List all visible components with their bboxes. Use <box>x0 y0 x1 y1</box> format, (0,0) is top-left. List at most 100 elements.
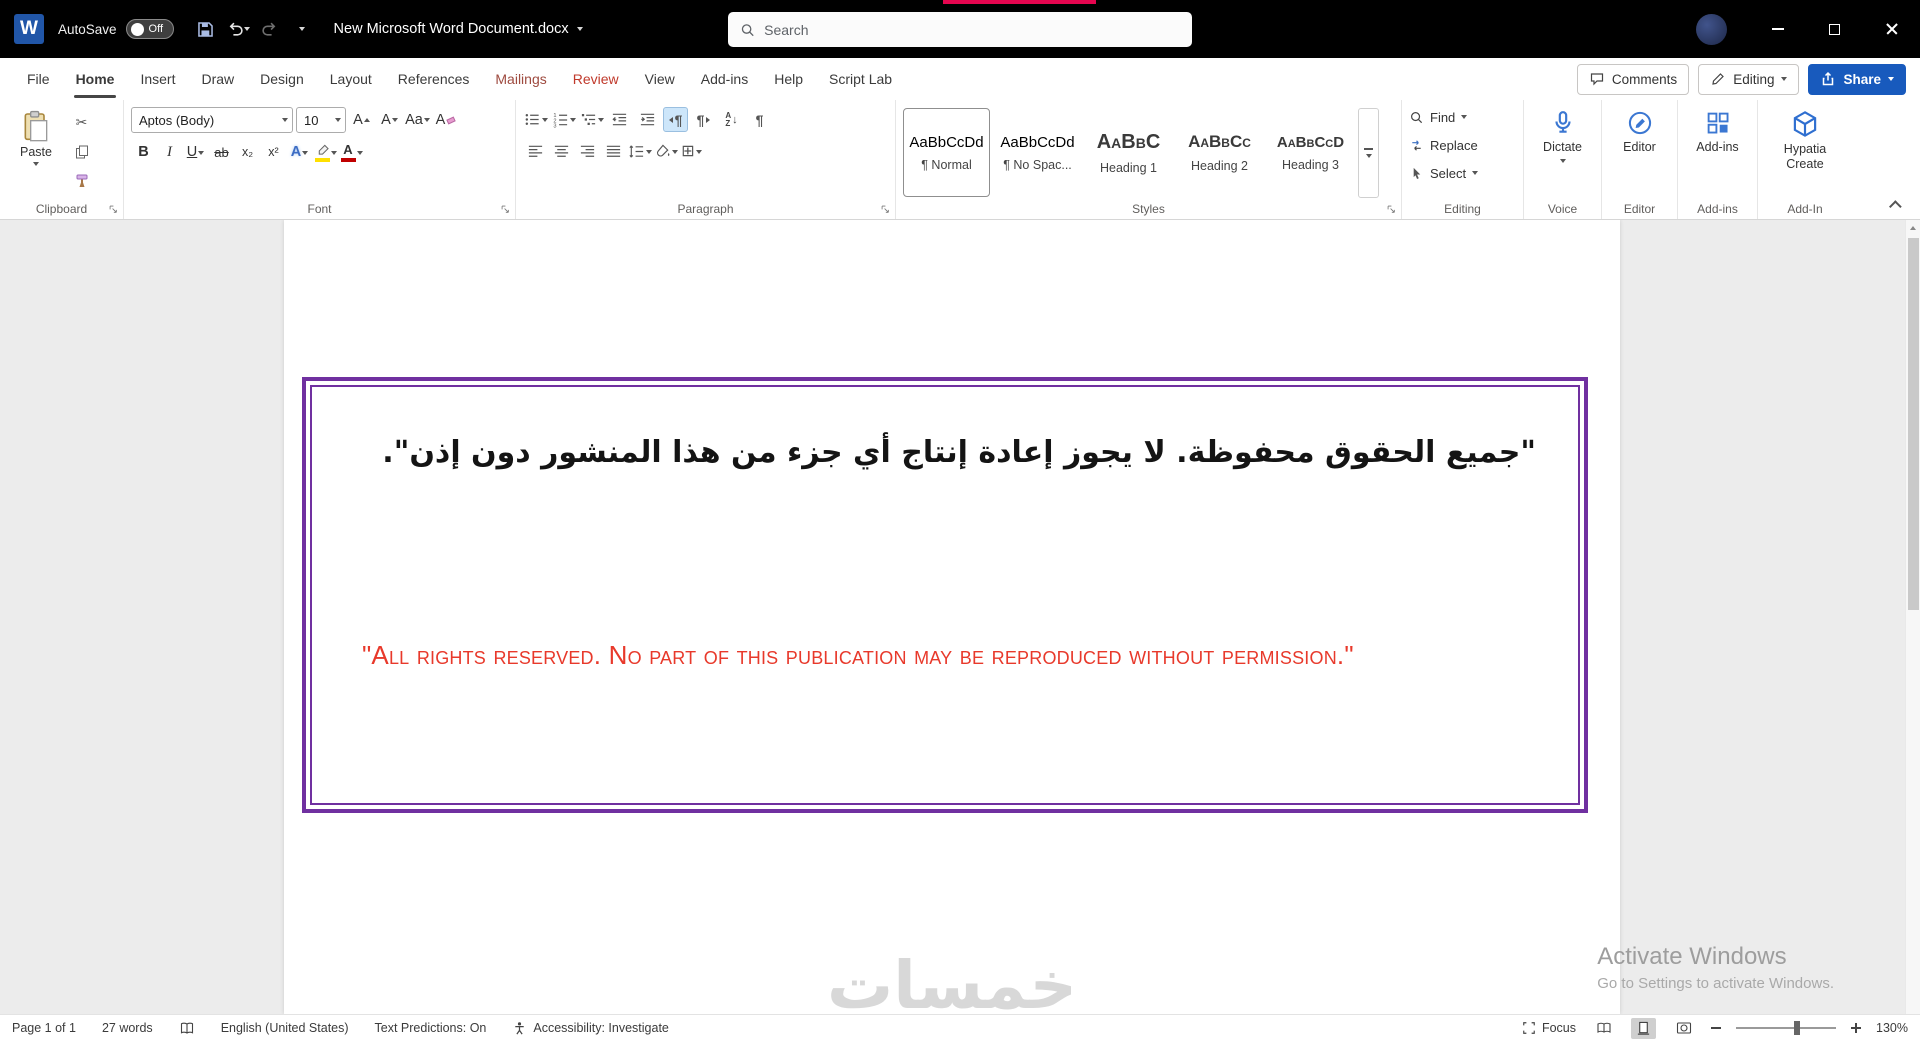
proofing-status[interactable] <box>179 1021 195 1036</box>
read-mode-button[interactable] <box>1591 1018 1616 1039</box>
cut-button[interactable]: ✂ <box>69 110 94 135</box>
style-heading2[interactable]: AaBbCc Heading 2 <box>1176 108 1263 197</box>
tab-layout[interactable]: Layout <box>317 58 385 100</box>
page-number-status[interactable]: Page 1 of 1 <box>12 1021 76 1035</box>
quick-access-dropdown[interactable] <box>287 11 317 47</box>
italic-button[interactable]: I <box>157 140 182 165</box>
shrink-font-button[interactable]: A <box>377 108 402 133</box>
clear-formatting-button[interactable]: A <box>433 108 458 133</box>
text-predictions-status[interactable]: Text Predictions: On <box>375 1021 487 1035</box>
tab-help[interactable]: Help <box>761 58 816 100</box>
style-heading1[interactable]: AaBbC Heading 1 <box>1085 108 1172 197</box>
ltr-text-direction-button[interactable]: ¶ <box>691 107 716 132</box>
numbering-button[interactable]: 123 <box>551 107 576 132</box>
copy-button[interactable] <box>69 139 94 164</box>
justify-button[interactable] <box>601 139 626 164</box>
format-painter-button[interactable] <box>69 168 94 193</box>
tab-insert[interactable]: Insert <box>127 58 188 100</box>
scroll-up-button[interactable] <box>1906 220 1920 236</box>
style-no-spacing[interactable]: AaBbCcDd ¶ No Spac... <box>994 108 1081 197</box>
tab-view[interactable]: View <box>632 58 688 100</box>
font-size-combo[interactable] <box>296 107 346 133</box>
share-button[interactable]: Share <box>1808 63 1906 95</box>
collapse-ribbon-button[interactable] <box>1889 200 1902 213</box>
shading-button[interactable] <box>653 139 678 164</box>
zoom-slider-thumb[interactable] <box>1794 1021 1801 1035</box>
tab-home[interactable]: Home <box>63 58 128 100</box>
word-app-icon[interactable]: W <box>14 14 44 44</box>
zoom-slider[interactable] <box>1736 1021 1837 1035</box>
style-heading3[interactable]: AaBbCcD Heading 3 <box>1267 108 1354 197</box>
addins-button[interactable]: Add-ins <box>1685 107 1750 155</box>
highlight-color-button[interactable] <box>313 140 338 165</box>
find-button[interactable]: Find <box>1409 105 1516 129</box>
editor-button[interactable]: Editor <box>1609 107 1670 155</box>
align-left-button[interactable] <box>523 139 548 164</box>
tab-draw[interactable]: Draw <box>188 58 247 100</box>
search-box[interactable] <box>728 12 1192 47</box>
scrollbar-thumb[interactable] <box>1908 238 1919 610</box>
font-dialog-launcher[interactable] <box>500 204 510 214</box>
english-paragraph[interactable]: "All rights reserved. No part of this pu… <box>362 631 1532 679</box>
styles-dialog-launcher[interactable] <box>1386 204 1396 214</box>
tab-mailings[interactable]: Mailings <box>482 58 559 100</box>
subscript-button[interactable]: x₂ <box>235 140 260 165</box>
bold-button[interactable]: B <box>131 140 156 165</box>
sort-button[interactable]: AZ ↓ <box>719 107 744 132</box>
font-name-combo[interactable] <box>131 107 293 133</box>
language-status[interactable]: English (United States) <box>221 1021 349 1035</box>
line-spacing-button[interactable] <box>627 139 652 164</box>
show-hide-formatting-button[interactable]: ¶ <box>747 107 772 132</box>
zoom-out-button[interactable] <box>1711 1027 1722 1029</box>
user-avatar[interactable] <box>1696 13 1727 45</box>
minimize-button[interactable] <box>1749 0 1806 58</box>
text-effects-button[interactable]: A <box>287 140 312 165</box>
style-normal[interactable]: AaBbCcDd ¶ Normal <box>903 108 990 197</box>
word-count-status[interactable]: 27 words <box>102 1021 153 1035</box>
rtl-text-direction-button[interactable]: ¶ <box>663 107 688 132</box>
clipboard-dialog-launcher[interactable] <box>108 204 118 214</box>
tab-review[interactable]: Review <box>560 58 632 100</box>
undo-button[interactable] <box>223 11 253 47</box>
purple-border-box[interactable]: "جميع الحقوق محفوظة. لا يجوز إعادة إنتاج… <box>302 377 1588 813</box>
tab-design[interactable]: Design <box>247 58 317 100</box>
document-page[interactable]: "جميع الحقوق محفوظة. لا يجوز إعادة إنتاج… <box>284 220 1620 1014</box>
editing-mode-dropdown[interactable]: Editing <box>1698 63 1800 95</box>
change-case-button[interactable]: Aa <box>405 108 430 133</box>
borders-button[interactable]: ⊞ <box>679 139 704 164</box>
redo-button[interactable] <box>255 11 285 47</box>
maximize-button[interactable] <box>1806 0 1863 58</box>
close-button[interactable] <box>1863 0 1920 58</box>
align-right-button[interactable] <box>575 139 600 164</box>
print-layout-button[interactable] <box>1631 1017 1657 1039</box>
underline-button[interactable]: U <box>183 140 208 165</box>
grow-font-button[interactable]: A <box>349 108 374 133</box>
styles-gallery-more-button[interactable] <box>1358 108 1379 198</box>
comments-button[interactable]: Comments <box>1576 63 1690 95</box>
font-color-button[interactable]: A <box>339 140 364 165</box>
decrease-indent-button[interactable] <box>607 107 632 132</box>
save-button[interactable] <box>191 11 221 47</box>
autosave-toggle[interactable]: Off <box>125 19 174 39</box>
zoom-in-button[interactable] <box>1851 1023 1862 1033</box>
multilevel-list-button[interactable] <box>579 107 604 132</box>
tab-references[interactable]: References <box>385 58 483 100</box>
accessibility-status[interactable]: Accessibility: Investigate <box>512 1021 669 1036</box>
select-button[interactable]: Select <box>1409 161 1516 185</box>
focus-mode-button[interactable]: Focus <box>1522 1021 1576 1035</box>
arabic-paragraph[interactable]: "جميع الحقوق محفوظة. لا يجوز إعادة إنتاج… <box>354 435 1536 470</box>
tab-file[interactable]: File <box>14 58 63 100</box>
increase-indent-button[interactable] <box>635 107 660 132</box>
zoom-level-button[interactable]: 130% <box>1876 1021 1908 1035</box>
web-layout-button[interactable] <box>1671 1018 1696 1039</box>
vertical-scrollbar[interactable] <box>1905 220 1920 1014</box>
replace-button[interactable]: Replace <box>1409 133 1516 157</box>
align-center-button[interactable] <box>549 139 574 164</box>
paragraph-dialog-launcher[interactable] <box>880 204 890 214</box>
dictate-button[interactable]: Dictate <box>1531 107 1594 163</box>
tab-script-lab[interactable]: Script Lab <box>816 58 905 100</box>
bullets-button[interactable] <box>523 107 548 132</box>
paste-button[interactable]: Paste <box>7 107 65 197</box>
font-name-input[interactable] <box>139 112 278 128</box>
search-input[interactable] <box>764 21 1180 38</box>
